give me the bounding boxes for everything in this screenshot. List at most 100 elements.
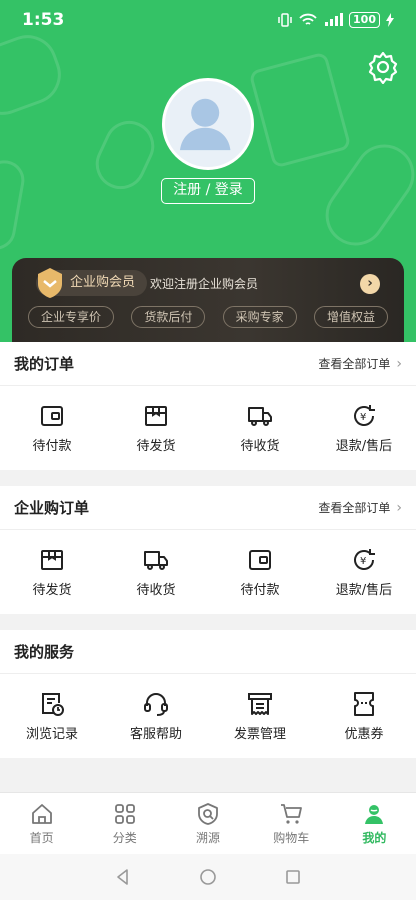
order-pending-payment[interactable]: 待付款 <box>208 547 312 598</box>
order-pending-shipment[interactable]: 待发货 <box>0 547 104 598</box>
background-pattern <box>0 26 70 124</box>
wallet-icon <box>249 549 271 570</box>
cart-icon <box>281 803 303 824</box>
vip-shield-icon <box>38 268 62 298</box>
chevron-right-icon: › <box>396 499 402 516</box>
status-bar: 1:53 100 <box>0 0 416 40</box>
profile-icon <box>365 804 384 824</box>
grid-label: 退款/售后 <box>335 438 393 454</box>
grid-label: 发票管理 <box>233 726 286 742</box>
view-all-label: 查看全部订单 <box>318 501 391 515</box>
home-circle-icon[interactable] <box>199 868 217 886</box>
grid-label: 待付款 <box>32 438 72 454</box>
my-services-header: 我的服务 <box>0 630 416 674</box>
recents-icon[interactable] <box>284 868 302 886</box>
history-icon <box>42 692 64 716</box>
home-icon <box>31 803 52 824</box>
grid-label: 待付款 <box>240 582 280 598</box>
refund-icon: ¥ <box>354 404 375 426</box>
charging-icon <box>386 13 394 27</box>
order-refund-aftersale[interactable]: ¥ 退款/售后 <box>312 403 416 454</box>
chevron-right-icon: › <box>396 355 402 372</box>
signal-icon <box>325 13 344 26</box>
truck-icon <box>144 550 168 570</box>
bottom-tab-bar: 首页 分类 溯源 购物车 我的 <box>0 792 416 854</box>
vip-arrow-icon[interactable]: › <box>360 274 380 294</box>
background-pattern <box>0 157 28 253</box>
vip-perk: 企业专享价 <box>28 306 115 328</box>
tab-label: 溯源 <box>196 830 221 845</box>
vip-perks: 企业专享价 货款后付 采购专家 增值权益 <box>28 306 388 328</box>
order-pending-payment[interactable]: 待付款 <box>0 403 104 454</box>
grid-label: 待发货 <box>32 582 72 598</box>
section-title: 我的订单 <box>14 355 75 373</box>
status-icons: 100 <box>277 12 394 28</box>
section-title: 企业购订单 <box>14 499 90 517</box>
grid-label: 浏览记录 <box>25 726 78 742</box>
grid-label: 待收货 <box>240 438 280 454</box>
package-icon <box>41 549 63 570</box>
grid-label: 优惠券 <box>344 726 384 742</box>
avatar[interactable] <box>162 78 254 170</box>
vip-perk: 货款后付 <box>131 306 206 328</box>
my-orders-section: 我的订单 查看全部订单 › 待付款 待发货 待收货 ¥ 退款/售后 <box>0 342 416 470</box>
order-refund-aftersale[interactable]: ¥ 退款/售后 <box>312 547 416 598</box>
invoice-icon <box>248 692 272 715</box>
tab-home[interactable]: 首页 <box>0 793 83 854</box>
order-pending-receipt[interactable]: 待收货 <box>208 403 312 454</box>
grid-label: 退款/售后 <box>335 582 393 598</box>
view-all-orders-link[interactable]: 查看全部订单 › <box>318 355 402 372</box>
enterprise-orders-section: 企业购订单 查看全部订单 › 待发货 待收货 待付款 ¥ 退款/售后 <box>0 486 416 614</box>
background-pattern <box>87 112 163 198</box>
tab-label: 我的 <box>362 830 387 845</box>
grid-label: 客服帮助 <box>129 726 182 742</box>
tab-profile[interactable]: 我的 <box>333 793 416 854</box>
tab-label: 购物车 <box>273 830 310 845</box>
tab-label: 首页 <box>29 830 54 845</box>
svg-text:¥: ¥ <box>360 412 366 423</box>
register-login-button[interactable]: 注册 / 登录 <box>161 178 255 204</box>
services-grid: 浏览记录 客服帮助 发票管理 优惠券 <box>0 674 416 758</box>
enterprise-vip-card[interactable]: 企业购会员 欢迎注册企业购会员 › 企业专享价 货款后付 采购专家 增值权益 <box>12 258 404 348</box>
system-navigation-bar <box>0 854 416 900</box>
vip-welcome-text: 欢迎注册企业购会员 <box>150 277 259 291</box>
wallet-icon <box>41 405 63 426</box>
tab-trace[interactable]: 溯源 <box>166 793 249 854</box>
order-status-grid: 待付款 待发货 待收货 ¥ 退款/售后 <box>0 386 416 470</box>
category-icon <box>114 803 135 824</box>
grid-label: 待发货 <box>136 438 176 454</box>
tab-label: 分类 <box>112 830 137 845</box>
order-pending-shipment[interactable]: 待发货 <box>104 403 208 454</box>
battery-indicator: 100 <box>349 12 380 28</box>
refund-icon: ¥ <box>354 548 375 570</box>
order-pending-receipt[interactable]: 待收货 <box>104 547 208 598</box>
vibrate-icon <box>278 13 292 27</box>
vip-perk: 采购专家 <box>222 306 297 328</box>
service-browse-history[interactable]: 浏览记录 <box>0 691 104 742</box>
view-all-orders-link[interactable]: 查看全部订单 › <box>318 499 402 516</box>
grid-label: 待收货 <box>136 582 176 598</box>
service-invoice-management[interactable]: 发票管理 <box>208 691 312 742</box>
service-customer-help[interactable]: 客服帮助 <box>104 691 208 742</box>
default-avatar-icon <box>179 98 231 151</box>
coupon-icon <box>354 691 374 716</box>
vip-perk: 增值权益 <box>313 306 388 328</box>
headset-icon <box>144 692 168 716</box>
order-status-grid: 待发货 待收货 待付款 ¥ 退款/售后 <box>0 530 416 614</box>
tab-category[interactable]: 分类 <box>83 793 166 854</box>
view-all-label: 查看全部订单 <box>318 357 391 371</box>
service-coupons[interactable]: 优惠券 <box>312 691 416 742</box>
my-orders-header: 我的订单 查看全部订单 › <box>0 342 416 386</box>
trace-icon <box>198 802 218 825</box>
truck-icon <box>248 406 272 426</box>
back-icon[interactable] <box>114 868 132 886</box>
package-icon <box>145 405 167 426</box>
tab-cart[interactable]: 购物车 <box>250 793 333 854</box>
svg-text:¥: ¥ <box>360 556 366 567</box>
section-title: 我的服务 <box>14 643 75 661</box>
background-pattern <box>248 51 352 169</box>
status-time: 1:53 <box>22 10 65 30</box>
settings-button[interactable] <box>366 50 400 85</box>
wifi-icon <box>299 13 317 25</box>
my-services-section: 我的服务 浏览记录 客服帮助 发票管理 优惠券 <box>0 630 416 758</box>
